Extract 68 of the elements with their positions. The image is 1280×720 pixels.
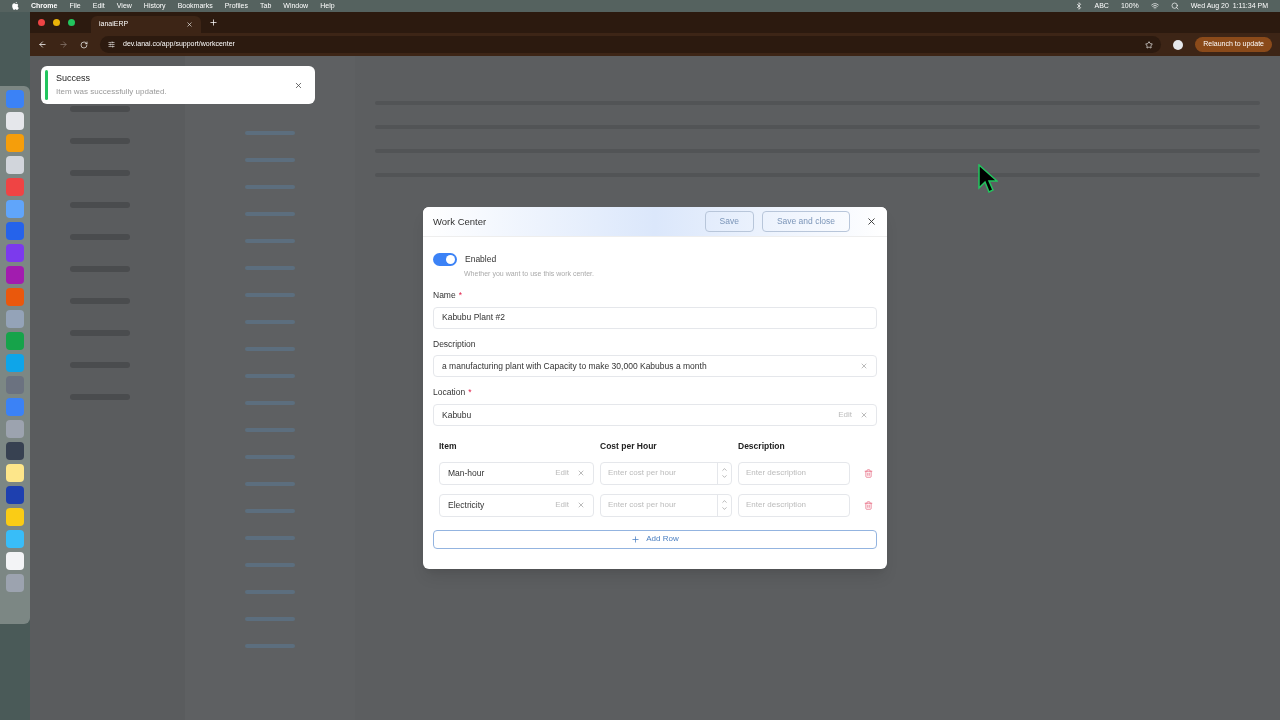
input-field[interactable]: Kabubu Edit [433, 404, 877, 426]
decrement-icon[interactable] [721, 473, 728, 481]
app-icon[interactable] [6, 310, 24, 328]
close-button[interactable] [294, 80, 303, 90]
app-icon[interactable] [6, 90, 24, 108]
wifi-icon[interactable] [1150, 2, 1159, 10]
pointer-cursor-icon [978, 164, 998, 194]
clear-icon[interactable] [860, 411, 868, 419]
delete-button[interactable] [864, 468, 873, 478]
toggle-label: Enabled [465, 253, 497, 267]
app-icon[interactable] [6, 508, 24, 526]
field-label: Name [433, 288, 456, 302]
app-icon[interactable] [6, 156, 24, 174]
app-icon[interactable] [6, 398, 24, 416]
search-icon[interactable] [1170, 2, 1179, 10]
forward-icon[interactable] [59, 40, 68, 49]
app-icon[interactable] [6, 200, 24, 218]
delete-button[interactable] [864, 500, 873, 510]
app-icon[interactable] [6, 574, 24, 592]
apple-icon[interactable] [12, 2, 19, 10]
app-icon[interactable] [6, 222, 24, 240]
close-button[interactable] [866, 216, 877, 228]
increment-icon[interactable] [721, 466, 728, 474]
zoom-window-icon[interactable] [68, 19, 75, 26]
back-icon[interactable] [38, 40, 47, 49]
column-header: Description [738, 440, 786, 453]
dialog-title: Work Center [433, 214, 487, 229]
app-icon[interactable] [6, 288, 24, 306]
app-icon[interactable] [6, 530, 24, 548]
app-icon[interactable] [6, 266, 24, 284]
app-icon[interactable] [6, 486, 24, 504]
minimize-window-icon[interactable] [53, 19, 60, 26]
app-icon[interactable] [6, 244, 24, 262]
clear-icon[interactable] [577, 469, 585, 478]
app-icon[interactable] [6, 442, 24, 460]
item-select[interactable]: Man-hour Edit [439, 461, 594, 485]
input-field[interactable]: a manufacturing plant with Capacity to make 30,000 Kabubus a month [433, 355, 877, 378]
decrement-icon[interactable] [721, 505, 728, 513]
reload-icon[interactable] [80, 40, 88, 49]
increment-icon[interactable] [721, 498, 728, 506]
field-label: Location [433, 386, 466, 399]
toast-title: Success [56, 72, 91, 86]
add-row-button[interactable]: Add Row [433, 529, 877, 549]
bluetooth-icon[interactable] [1074, 2, 1083, 10]
app-icon[interactable] [6, 178, 24, 196]
profile-avatar[interactable] [1173, 39, 1184, 50]
column-header: Item [439, 440, 458, 453]
required-asterisk: * [458, 288, 462, 302]
new-tab-icon[interactable] [209, 18, 218, 27]
app-icon[interactable] [6, 112, 24, 130]
column-header: Cost per Hour [600, 440, 658, 453]
close-tab-icon[interactable] [186, 21, 193, 28]
clear-icon[interactable] [860, 362, 868, 371]
field-label: Description [433, 337, 476, 351]
app-icon[interactable] [6, 332, 24, 350]
clear-icon[interactable] [577, 501, 585, 510]
plus-icon [631, 534, 641, 544]
input-field[interactable]: Kabubu Plant #2 [433, 306, 877, 329]
enabled-toggle[interactable] [433, 253, 457, 267]
toast-message: Item was successfully updated. [56, 85, 167, 98]
app-icon[interactable] [6, 354, 24, 372]
item-select[interactable]: Electricity Edit [439, 493, 594, 517]
app-icon[interactable] [6, 464, 24, 482]
app-icon[interactable] [6, 552, 24, 570]
close-window-icon[interactable] [38, 19, 45, 26]
app-icon[interactable] [6, 134, 24, 152]
app-icon[interactable] [6, 420, 24, 438]
required-asterisk: * [468, 386, 472, 399]
